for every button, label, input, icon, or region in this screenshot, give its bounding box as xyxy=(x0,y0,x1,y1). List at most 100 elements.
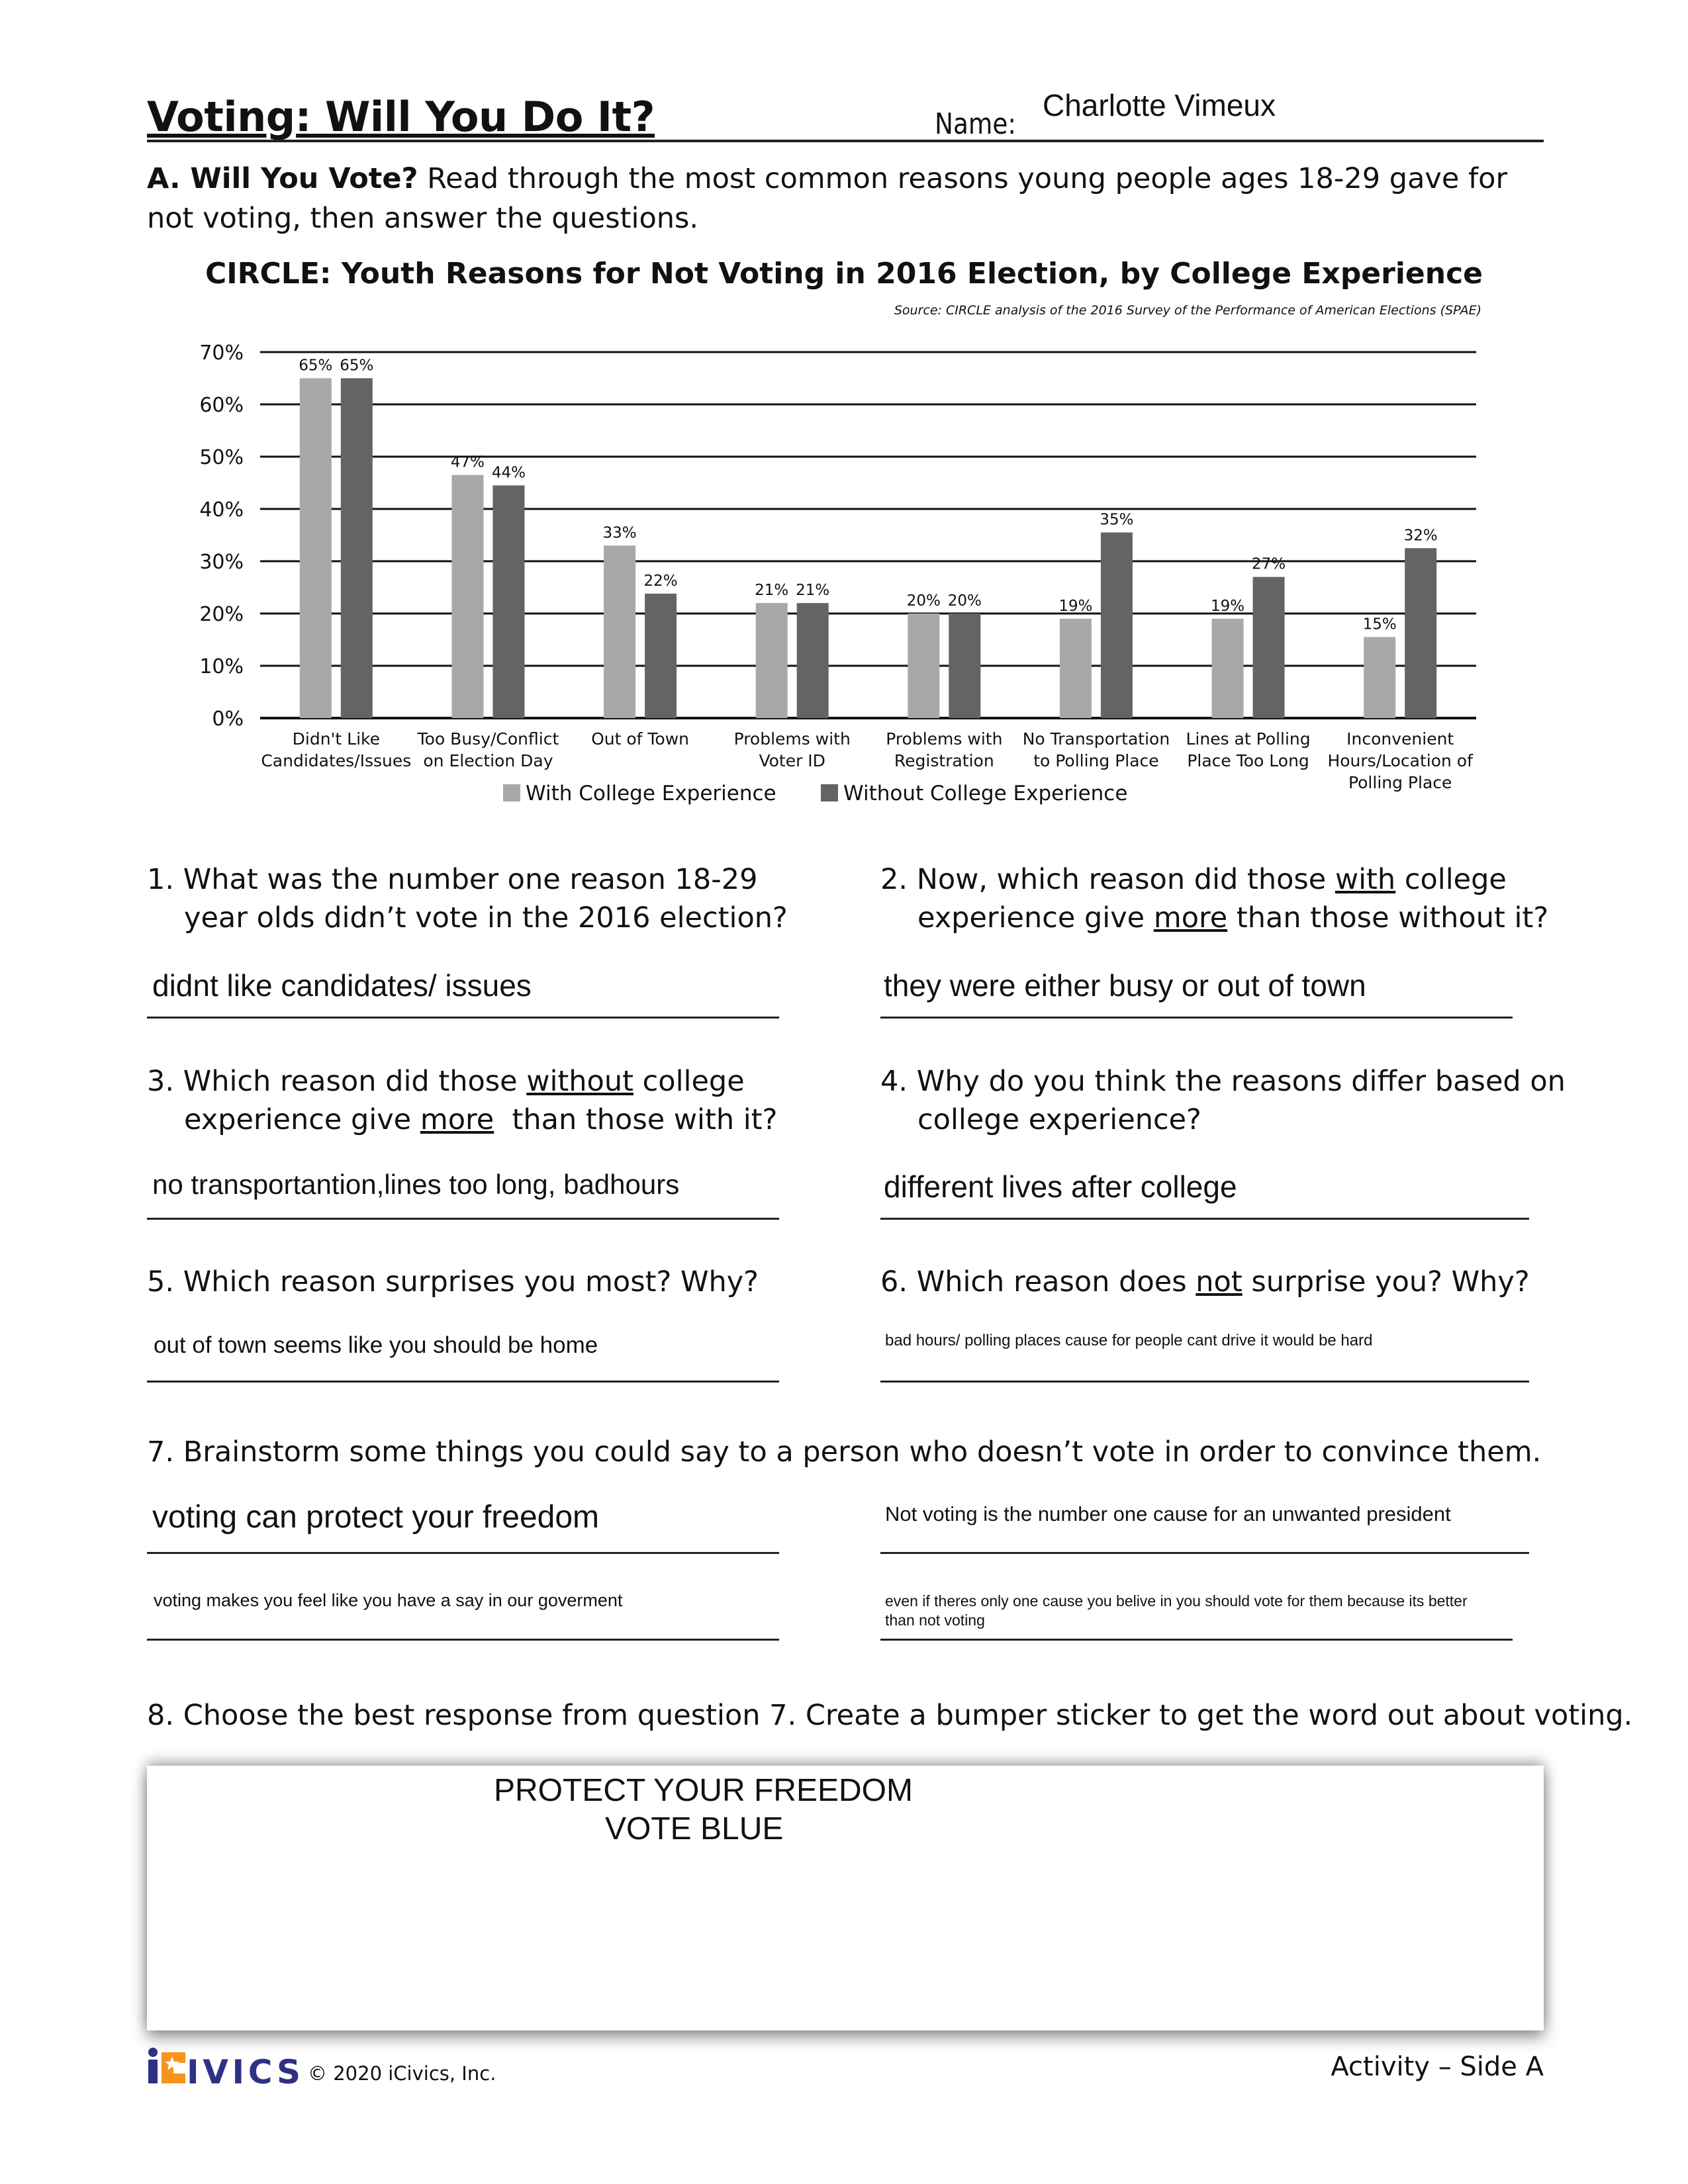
data-label: 33% xyxy=(603,524,637,541)
question-2-emphasis-more: more xyxy=(1153,901,1228,934)
legend-label: Without College Experience xyxy=(843,782,1127,805)
legend-label: With College Experience xyxy=(526,782,776,805)
answer-3[interactable]: no transportantion,lines too long, badho… xyxy=(152,1169,679,1201)
name-field[interactable]: Charlotte Vimeux xyxy=(1043,87,1276,123)
answer-6[interactable]: bad hours/ polling places cause for peop… xyxy=(885,1332,1372,1350)
data-label: 20% xyxy=(948,592,982,610)
question-8: 8. Choose the best response from questio… xyxy=(147,1699,1633,1732)
question-4: 4. Why do you think the reasons differ b… xyxy=(880,1062,1575,1139)
bar-without-college xyxy=(340,378,373,718)
category-label-line: Polling Place xyxy=(1348,773,1452,792)
category-label: Problems with Registration xyxy=(886,729,1002,770)
bar-without-college xyxy=(492,485,525,718)
category-label: Inconvenient Hours/Location of Polling Pla… xyxy=(1327,729,1474,792)
answer-4[interactable]: different lives after college xyxy=(884,1169,1237,1205)
answer-7d-line xyxy=(880,1639,1513,1641)
bar-with-college xyxy=(451,475,484,718)
question-3-line2: experience give more than those with it? xyxy=(147,1101,842,1139)
bar-chart: 0% 10% 20% 30% 40% 50% 60% 70% 65% 65% Didn't Like… xyxy=(199,341,1476,805)
answer-2[interactable]: they were either busy or out of town xyxy=(884,968,1366,1003)
question-4-line2: college experience? xyxy=(917,1103,1201,1136)
y-tick-label: 20% xyxy=(199,603,244,626)
category-label-line: Too Busy/Conflict xyxy=(417,729,559,749)
answer-2-line xyxy=(880,1017,1513,1019)
category-label-line: Hours/Location of xyxy=(1327,751,1474,770)
sticker-line-2: VOTE BLUE xyxy=(605,1811,784,1846)
y-tick-label: 0% xyxy=(212,707,244,731)
section-a-heading: A. Will You Vote? xyxy=(147,162,418,195)
y-tick-label: 30% xyxy=(199,551,244,574)
bumper-sticker-box[interactable]: PROTECT YOUR FREEDOM VOTE BLUE xyxy=(147,1766,1544,2030)
question-2-text: college xyxy=(1395,863,1507,896)
category-label-line: Place Too Long xyxy=(1187,751,1309,770)
copyright-text: © 2020 iCivics, Inc. xyxy=(308,2062,496,2085)
answer-7b[interactable]: Not voting is the number one cause for a… xyxy=(885,1502,1451,1526)
category-label: Lines at Polling Place Too Long xyxy=(1186,729,1310,770)
question-3-text: than those with it? xyxy=(494,1103,778,1136)
bar-without-college xyxy=(1405,548,1437,718)
answer-1[interactable]: didnt like candidates/ issues xyxy=(152,968,532,1003)
data-label: 20% xyxy=(907,592,941,610)
y-tick-label: 40% xyxy=(199,498,244,522)
chart-source: Source: CIRCLE analysis of the 2016 Surv… xyxy=(894,303,1481,318)
data-label: 47% xyxy=(451,454,485,471)
header-divider xyxy=(147,140,1544,142)
question-4-line1: 4. Why do you think the reasons differ b… xyxy=(880,1065,1566,1098)
question-1-line2: year olds didn’t vote in the 2016 electi… xyxy=(184,901,788,934)
data-label: 19% xyxy=(1211,598,1244,615)
question-2-emphasis-with: with xyxy=(1335,863,1396,896)
name-label: Name: xyxy=(935,107,1016,141)
bar-with-college xyxy=(908,614,940,718)
question-3: 3. Which reason did those without colleg… xyxy=(147,1062,842,1139)
answer-6-line xyxy=(880,1381,1529,1383)
question-3-text: college xyxy=(633,1065,745,1098)
data-label: 19% xyxy=(1058,598,1092,615)
chart-title: CIRCLE: Youth Reasons for Not Voting in … xyxy=(205,257,1483,291)
sticker-line-1: PROTECT YOUR FREEDOM xyxy=(494,1773,913,1808)
answer-3-line xyxy=(147,1218,779,1220)
question-3-emphasis-more: more xyxy=(420,1103,494,1136)
icivics-logo: IVICS xyxy=(148,2048,301,2085)
category-label: Problems with Voter ID xyxy=(734,729,851,770)
chart-gridlines xyxy=(260,351,1476,719)
y-tick-label: 50% xyxy=(199,446,244,469)
page-side-label: Activity – Side A xyxy=(1331,2052,1544,2082)
question-3-text: experience give xyxy=(184,1103,420,1136)
answer-7a-line xyxy=(147,1552,779,1554)
data-label: 27% xyxy=(1252,556,1286,573)
category-label: Out of Town xyxy=(591,729,689,749)
answer-7c-line xyxy=(147,1639,779,1641)
bar-with-college xyxy=(1211,618,1244,718)
question-2-text: experience give xyxy=(917,901,1154,934)
y-tick-label: 70% xyxy=(199,341,244,365)
category-label-line: to Polling Place xyxy=(1033,751,1159,770)
bar-with-college xyxy=(604,545,636,718)
bar-with-college xyxy=(299,378,332,718)
question-2: 2. Now, which reason did those with coll… xyxy=(880,860,1575,937)
answer-4-line xyxy=(880,1218,1529,1220)
question-6: 6. Which reason does not surprise you? W… xyxy=(880,1263,1530,1301)
logo-c-shape xyxy=(162,2052,185,2083)
category-label-line: Voter ID xyxy=(759,751,825,770)
answer-7a[interactable]: voting can protect your freedom xyxy=(152,1499,599,1535)
question-2-text: than those without it? xyxy=(1227,901,1549,934)
answer-7b-line xyxy=(880,1552,1529,1554)
category-label-line: Inconvenient xyxy=(1346,729,1454,749)
answer-7c[interactable]: voting makes you feel like you have a sa… xyxy=(154,1590,622,1611)
data-label: 32% xyxy=(1404,527,1438,544)
bar-without-college xyxy=(1252,576,1285,718)
category-label: No Transportation to Polling Place xyxy=(1023,729,1170,770)
bar-without-college xyxy=(796,603,829,718)
chart-legend: With College Experience Without College E… xyxy=(503,782,1127,805)
category-label: Didn't Like Candidates/Issues xyxy=(261,729,411,770)
category-label-line: on Election Day xyxy=(423,751,553,770)
answer-5[interactable]: out of town seems like you should be hom… xyxy=(154,1332,598,1359)
chart-bars xyxy=(299,378,1437,718)
bar-without-college xyxy=(645,593,677,718)
answer-7d[interactable]: even if theres only one cause you belive… xyxy=(885,1592,1494,1630)
y-tick-label: 60% xyxy=(199,394,244,417)
question-5: 5. Which reason surprises you most? Why? xyxy=(147,1265,759,1298)
data-label: 35% xyxy=(1100,512,1133,529)
data-label: 65% xyxy=(299,357,332,375)
answer-1-line xyxy=(147,1017,779,1019)
